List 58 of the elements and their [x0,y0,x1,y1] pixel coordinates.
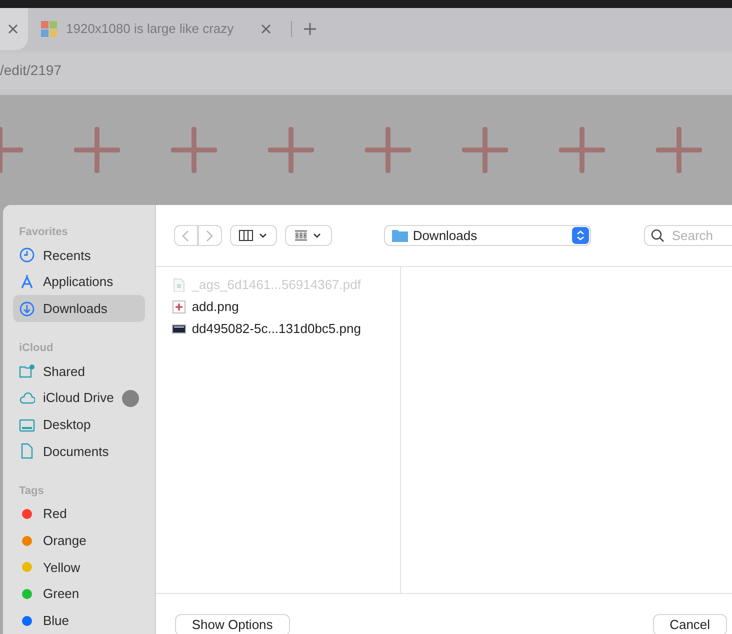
location-popup[interactable]: Downloads [384,225,591,246]
sidebar-item[interactable]: Applications [13,268,145,296]
plus-icon [656,127,702,173]
forward-button[interactable] [198,225,222,246]
tag-item[interactable]: Green [13,580,145,608]
close-icon [8,24,18,34]
view-mode-button[interactable] [230,225,277,246]
section-heading: iCloud [18,341,54,356]
show-options-button[interactable]: Show Options [174,614,290,634]
plus-icon [304,23,316,35]
tag-item[interactable]: Blue [13,607,145,634]
back-button[interactable] [174,225,198,246]
file-item[interactable]: dd495082-5c...131d0bc5.png [172,318,400,340]
file-item[interactable]: add.png [172,296,400,318]
download-icon [19,300,35,317]
document-icon [19,443,35,460]
browser-tab[interactable] [0,8,28,50]
close-icon [261,24,271,34]
search-field[interactable]: Search [644,225,732,246]
windows-logo-icon [40,20,58,38]
document-icon [172,278,186,292]
plus-icon [74,127,120,173]
image-file-icon [172,300,186,314]
grid-icon [295,230,308,241]
chevron-right-icon [206,230,214,242]
sidebar-item[interactable]: Downloads [13,295,145,322]
shared-folder-icon [19,363,35,380]
plus-icon [462,127,508,173]
sidebar-item[interactable]: Recents [13,242,145,269]
search-icon [650,229,664,242]
chevron-left-icon [182,230,190,242]
cancel-button[interactable]: Cancel [652,614,727,634]
folder-icon [392,229,408,242]
chevron-down-icon [313,233,322,238]
sidebar-item[interactable]: iCloud Drive [13,384,145,412]
desktop-icon [19,416,35,433]
clock-icon [19,247,35,264]
progress-icon [122,390,139,407]
group-button[interactable] [284,225,332,246]
section-heading: Tags [18,484,45,499]
columns-icon [239,230,254,241]
cloud-icon [19,390,35,406]
tag-item[interactable]: Yellow [13,554,145,581]
sidebar-item[interactable]: Desktop [13,411,145,438]
plus-icon [268,127,314,173]
section-heading: Favorites [18,225,69,240]
screenshot-file-icon [172,322,186,336]
compass-icon [19,274,35,290]
plus-icon [559,127,605,173]
plus-icon [171,127,217,173]
sidebar-item[interactable]: Documents [13,438,145,465]
tab-title: 1920x1080 is large like crazy [66,20,235,38]
plus-icon [365,127,411,173]
sidebar-item[interactable]: Shared [13,358,145,385]
tag-item[interactable]: Orange [13,527,145,554]
tag-item[interactable]: Red [13,500,145,528]
chevron-down-icon [259,233,268,238]
stepper-icon [572,227,589,244]
